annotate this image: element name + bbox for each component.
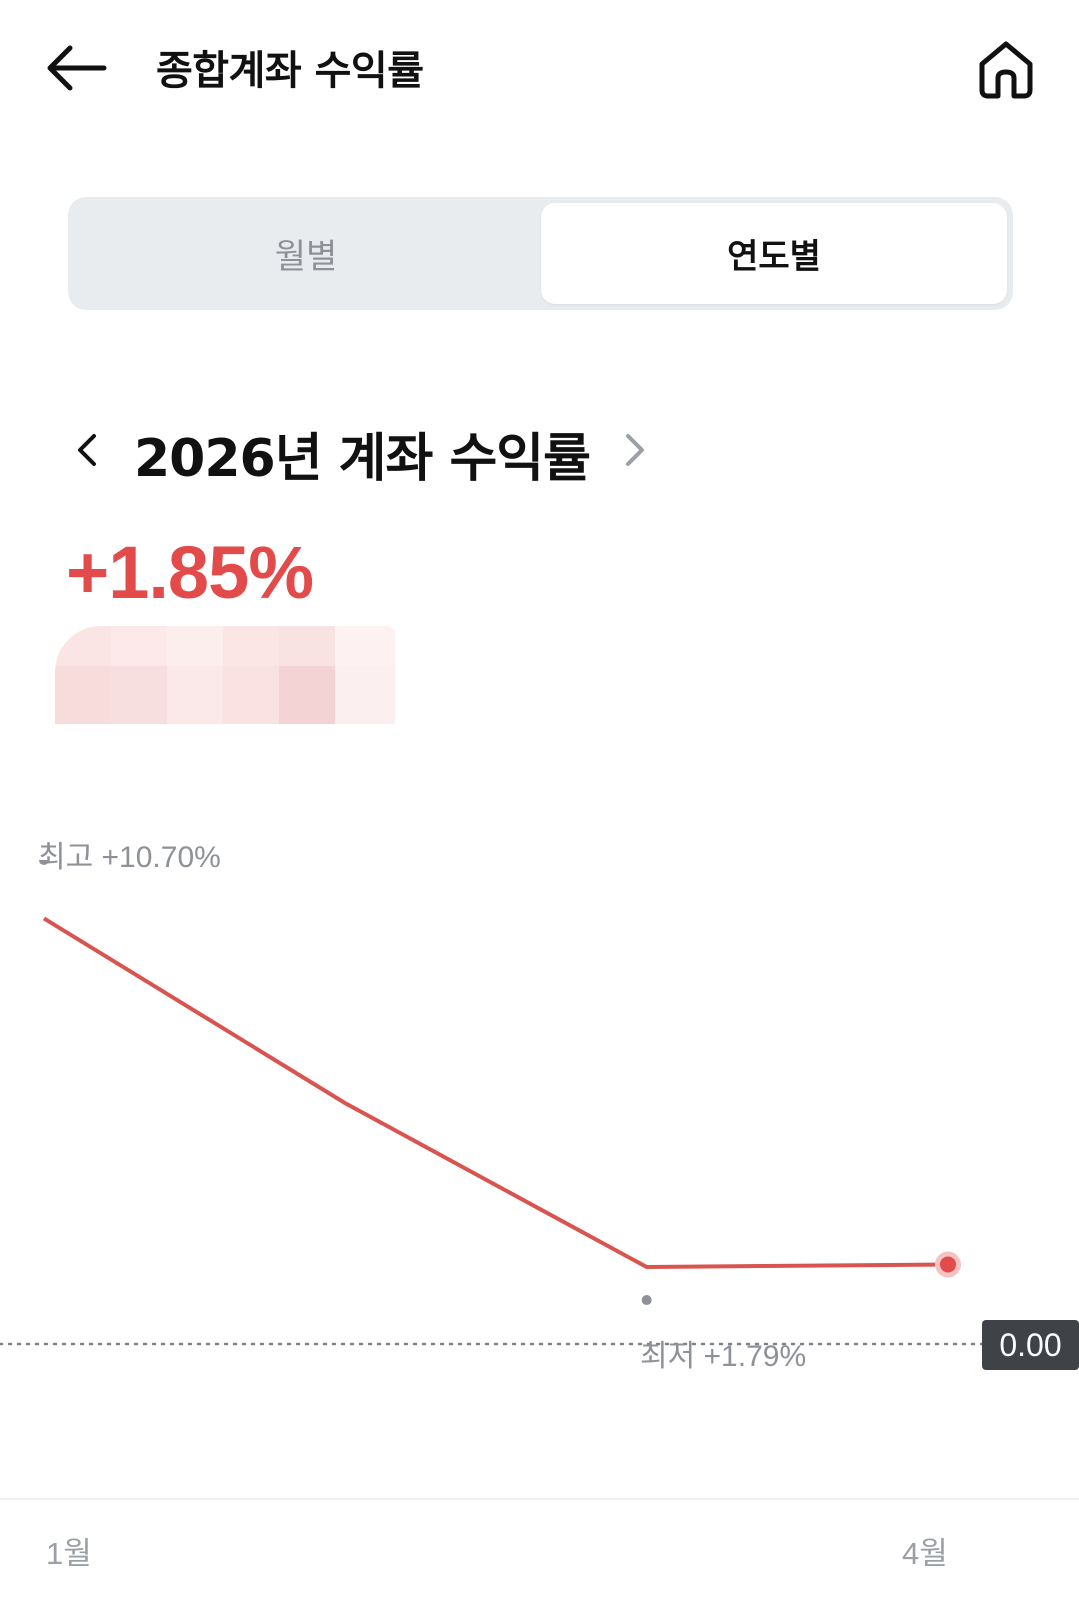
home-button[interactable] [968,32,1044,108]
page-title: 종합계좌 수익률 [156,48,424,94]
return-line-chart [0,860,984,1346]
home-icon [979,41,1033,99]
x-tick-label: 4월 [902,1536,948,1571]
blurred-amount [55,626,395,724]
baseline-value-badge: 0.00 [982,1320,1079,1370]
x-axis-line [0,1498,1079,1500]
chevron-right-icon [626,434,644,466]
chevron-left-icon [78,434,96,466]
previous-year-button[interactable] [66,424,110,476]
x-tick-label: 1월 [46,1536,92,1571]
return-rate-value: +1.85% [66,531,314,614]
period-toggle: 월별 연도별 [68,197,1013,310]
year-title: 2026년 계좌 수익률 [134,429,591,489]
high-marker-dot [39,860,49,865]
tab-yearly[interactable]: 연도별 [541,203,1007,304]
series-line [42,916,949,1270]
next-year-button[interactable] [612,424,656,476]
chart-low-label: 최저 +1.79% [640,1340,807,1373]
tab-monthly[interactable]: 월별 [74,203,538,304]
app-header: 종합계좌 수익률 [0,0,1079,140]
arrow-left-icon [47,45,107,91]
back-button[interactable] [40,30,116,106]
low-marker-dot [641,1295,652,1306]
current-point[interactable] [940,1256,956,1273]
